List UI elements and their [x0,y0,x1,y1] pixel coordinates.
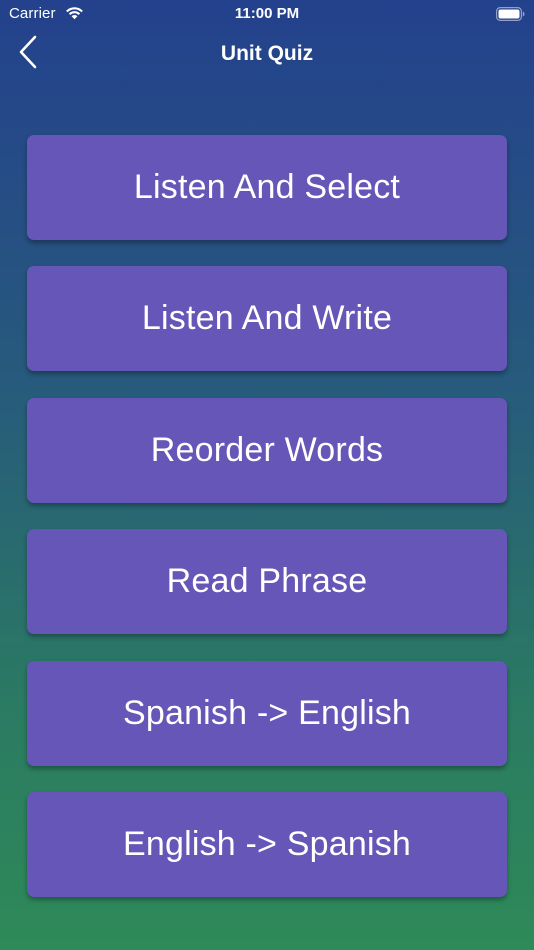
english-to-spanish-button[interactable]: English -> Spanish [27,791,507,897]
listen-and-select-button[interactable]: Listen And Select [27,135,507,240]
page-title: Unit Quiz [220,42,314,65]
read-phrase-button[interactable]: Read Phrase [27,529,507,635]
spanish-to-english-button[interactable]: Spanish -> English [27,660,507,766]
battery-icon [496,7,525,22]
status-time: 11:00 PM [234,5,300,22]
quiz-options-list: Listen And Select Listen And Write Reord… [27,135,507,923]
status-bar: Carrier 11:00 PM [0,0,534,28]
unit-quiz-screen: Carrier 11:00 PM Unit Quiz Listen And Se… [0,0,534,950]
reorder-words-button[interactable]: Reorder Words [27,397,507,503]
navigation-bar: Unit Quiz [0,28,534,82]
listen-and-write-button[interactable]: Listen And Write [27,266,507,372]
